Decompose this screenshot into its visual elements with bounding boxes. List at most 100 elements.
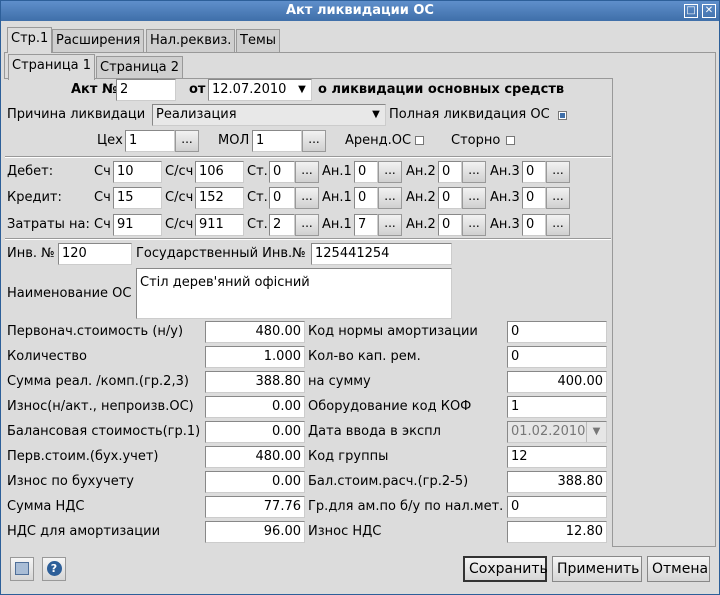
- close-icon[interactable]: ✕: [702, 4, 716, 18]
- right-field-input[interactable]: 400.00: [507, 371, 607, 393]
- ssch-label: С/сч: [165, 164, 194, 179]
- an2-input[interactable]: 0: [438, 187, 462, 209]
- left-field-input[interactable]: 480.00: [205, 446, 305, 468]
- storno-checkbox[interactable]: [506, 136, 515, 145]
- print-button[interactable]: [10, 557, 34, 581]
- ssch-input[interactable]: 152: [195, 187, 244, 209]
- mol-input[interactable]: 1: [252, 130, 302, 152]
- sch-input[interactable]: 10: [113, 161, 162, 183]
- help-button[interactable]: ?: [42, 557, 66, 581]
- left-field-input[interactable]: 77.76: [205, 496, 305, 518]
- reason-select[interactable]: Реализация ▼: [152, 104, 386, 126]
- an3-label: Ан.3: [490, 190, 520, 205]
- right-field-input[interactable]: 0: [507, 346, 607, 368]
- an2-lookup-button[interactable]: ...: [462, 187, 486, 209]
- an3-lookup-button[interactable]: ...: [546, 161, 570, 183]
- right-field-input[interactable]: 12.80: [507, 521, 607, 543]
- tab-page1[interactable]: Стр.1: [7, 27, 53, 53]
- an2-lookup-button[interactable]: ...: [462, 161, 486, 183]
- right-field-label: Оборудование код КОФ: [308, 399, 472, 414]
- divider: [5, 238, 611, 240]
- tab-tax-requisites[interactable]: Нал.реквиз.: [146, 29, 236, 53]
- an3-label: Ан.3: [490, 164, 520, 179]
- an3-input[interactable]: 0: [522, 214, 546, 236]
- left-field-input[interactable]: 0.00: [205, 421, 305, 443]
- left-field-input[interactable]: 0.00: [205, 396, 305, 418]
- dialog-window: Акт ликвидации ОС □ ✕ Стр.1 Расширения Н…: [0, 0, 720, 595]
- left-field-input[interactable]: 1.000: [205, 346, 305, 368]
- st-input[interactable]: 0: [269, 187, 295, 209]
- full-liquidation-checkbox[interactable]: [558, 111, 567, 120]
- left-field-input[interactable]: 0.00: [205, 471, 305, 493]
- account-row-label: Кредит:: [7, 190, 62, 205]
- an2-lookup-button[interactable]: ...: [462, 214, 486, 236]
- dept-lookup-button[interactable]: ...: [175, 130, 199, 152]
- account-row-label: Затраты на:: [7, 217, 90, 232]
- ssch-label: С/сч: [165, 190, 194, 205]
- an3-lookup-button[interactable]: ...: [546, 187, 570, 209]
- an3-lookup-button[interactable]: ...: [546, 214, 570, 236]
- st-input[interactable]: 2: [269, 214, 295, 236]
- rent-checkbox[interactable]: [415, 136, 424, 145]
- asset-name-input[interactable]: Стіл дерев'яний офісний: [136, 268, 452, 319]
- an1-input[interactable]: 0: [354, 187, 378, 209]
- subtab-page1[interactable]: Страница 1: [8, 54, 96, 80]
- inv-label: Инв. №: [7, 246, 55, 261]
- commission-date-input: 01.02.2010 ▼: [507, 421, 607, 443]
- st-lookup-button[interactable]: ...: [295, 214, 319, 236]
- chevron-down-icon[interactable]: ▼: [586, 422, 606, 442]
- an1-lookup-button[interactable]: ...: [378, 161, 402, 183]
- an2-input[interactable]: 0: [438, 161, 462, 183]
- mol-lookup-button[interactable]: ...: [302, 130, 326, 152]
- subtab-page2[interactable]: Страница 2: [96, 56, 184, 80]
- right-field-input[interactable]: 12: [507, 446, 607, 468]
- state-inv-label: Государственный Инв.№: [136, 246, 306, 261]
- an2-input[interactable]: 0: [438, 214, 462, 236]
- tab-extensions[interactable]: Расширения: [52, 29, 145, 53]
- an3-input[interactable]: 0: [522, 161, 546, 183]
- ssch-input[interactable]: 911: [195, 214, 244, 236]
- st-lookup-button[interactable]: ...: [295, 187, 319, 209]
- right-field-input[interactable]: 0: [507, 496, 607, 518]
- sch-input[interactable]: 91: [113, 214, 162, 236]
- an1-label: Ан.1: [322, 164, 352, 179]
- an1-lookup-button[interactable]: ...: [378, 214, 402, 236]
- maximize-icon[interactable]: □: [684, 4, 698, 18]
- an1-label: Ан.1: [322, 217, 352, 232]
- inv-input[interactable]: 120: [58, 243, 132, 265]
- st-label: Ст.: [247, 217, 268, 232]
- an1-input[interactable]: 7: [354, 214, 378, 236]
- chevron-down-icon[interactable]: ▼: [293, 80, 311, 100]
- save-button[interactable]: Сохранить: [463, 556, 548, 582]
- sch-label: Сч: [94, 190, 111, 205]
- left-field-label: Количество: [7, 349, 87, 364]
- ssch-input[interactable]: 106: [195, 161, 244, 183]
- left-field-label: НДС для амортизации: [7, 524, 161, 539]
- reason-label: Причина ликвидаци: [7, 107, 146, 122]
- left-field-label: Первонач.стоимость (н/у): [7, 324, 184, 339]
- left-field-input[interactable]: 388.80: [205, 371, 305, 393]
- act-no-input[interactable]: 2: [116, 79, 176, 101]
- print-icon: [15, 562, 29, 575]
- right-field-input[interactable]: 1: [507, 396, 607, 418]
- cancel-button[interactable]: Отмена: [647, 556, 710, 582]
- right-field-label: Код нормы амортизации: [308, 324, 478, 339]
- left-field-label: Сумма реал. /комп.(гр.2,3): [7, 374, 189, 389]
- dept-input[interactable]: 1: [125, 130, 175, 152]
- left-field-input[interactable]: 96.00: [205, 521, 305, 543]
- left-field-input[interactable]: 480.00: [205, 321, 305, 343]
- sch-input[interactable]: 15: [113, 187, 162, 209]
- an1-lookup-button[interactable]: ...: [378, 187, 402, 209]
- apply-button[interactable]: Применить: [552, 556, 642, 582]
- state-inv-input[interactable]: 125441254: [311, 243, 452, 265]
- right-field-input[interactable]: 388.80: [507, 471, 607, 493]
- chevron-down-icon[interactable]: ▼: [367, 105, 385, 125]
- st-input[interactable]: 0: [269, 161, 295, 183]
- tab-topics[interactable]: Темы: [236, 29, 281, 53]
- right-field-input[interactable]: 0: [507, 321, 607, 343]
- an1-input[interactable]: 0: [354, 161, 378, 183]
- st-lookup-button[interactable]: ...: [295, 161, 319, 183]
- date-input[interactable]: 12.07.2010 ▼: [208, 79, 312, 101]
- right-field-label: Код группы: [308, 449, 389, 464]
- an3-input[interactable]: 0: [522, 187, 546, 209]
